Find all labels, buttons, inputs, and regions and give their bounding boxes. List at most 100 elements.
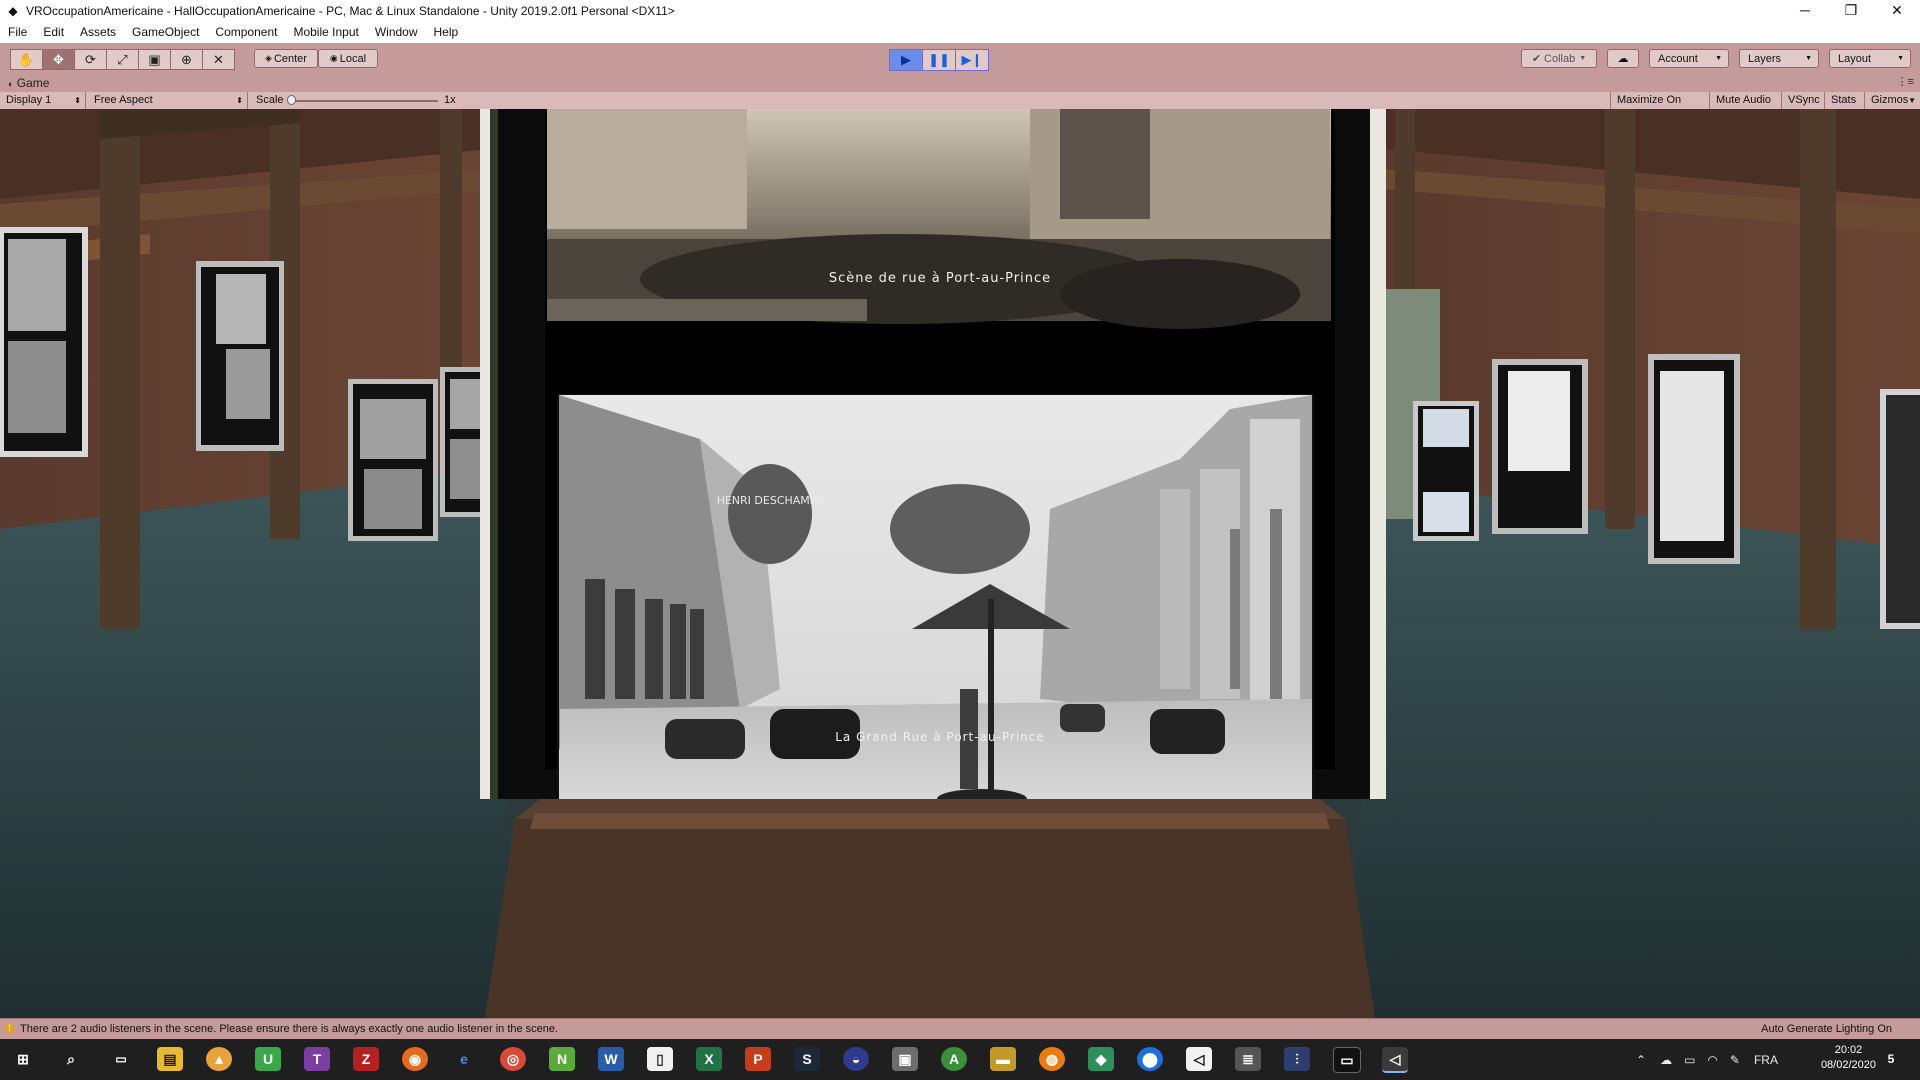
battery-icon[interactable]: ▭ [1684, 1053, 1695, 1067]
unity-editor-icon[interactable]: ◁ [1382, 1047, 1408, 1073]
custom-tool-icon[interactable]: ✕ [202, 49, 235, 70]
menu-mobile-input[interactable]: Mobile Input [285, 22, 366, 43]
maximize-on-play-toggle[interactable]: Maximize On Play [1610, 92, 1710, 123]
main-toolbar: ✋ ✥ ⟳ ⤢ ▣ ⊕ ✕ ◈ Center ◉ Local ▶ ❚❚ ▶❙ ✔… [0, 43, 1920, 76]
document-icon[interactable]: ▯ [647, 1047, 673, 1071]
cloud-icon: ☁ [1617, 53, 1629, 65]
blender-icon[interactable]: ◍ [1039, 1047, 1065, 1071]
vlc-icon[interactable]: ▲ [206, 1047, 232, 1071]
chevron-down-icon: ▼ [1908, 96, 1916, 105]
clapper-icon[interactable]: ▬ [990, 1047, 1016, 1071]
space-label: Local [339, 52, 367, 65]
maps-icon[interactable]: ⬤ [1137, 1047, 1163, 1071]
notification-icon[interactable]: 5 [1878, 1047, 1904, 1071]
windows-start-icon[interactable]: ⊞ [10, 1047, 36, 1071]
scale-label: Scale [256, 94, 284, 106]
wifi-icon[interactable]: ◠ [1707, 1053, 1717, 1067]
database-icon[interactable]: ≣ [1235, 1047, 1261, 1071]
stats-app-icon[interactable]: ⫶ [1284, 1047, 1310, 1071]
remote-desktop-icon[interactable]: ▣ [892, 1047, 918, 1071]
unity-hub-icon[interactable]: ◁ [1186, 1047, 1212, 1071]
language-indicator[interactable]: FRA [1754, 1053, 1778, 1067]
updown-arrow-icon: ⬍ [74, 96, 81, 105]
right-pillar-1 [1605, 109, 1635, 529]
cloud-button[interactable]: ☁ [1607, 49, 1639, 68]
menu-assets[interactable]: Assets [72, 22, 124, 43]
mute-audio-toggle[interactable]: Mute Audio [1710, 92, 1782, 109]
powerpoint-icon[interactable]: P [745, 1047, 771, 1071]
panel-right-edge [1368, 109, 1386, 799]
game-view[interactable]: HENRI DESCHAMPS Scène de rue à Port-au-P… [0, 109, 1920, 1018]
edge-icon[interactable]: e [451, 1047, 477, 1071]
aspect-dropdown[interactable]: Free Aspect ⬍ [88, 92, 248, 109]
ubisoft-icon[interactable]: ◒ [843, 1047, 869, 1071]
check-icon: ✔ [1531, 53, 1542, 65]
tab-game[interactable]: ◐ Game [8, 76, 49, 90]
pause-icon[interactable]: ❚❚ [922, 49, 956, 71]
utorrent-icon[interactable]: U [255, 1047, 281, 1071]
task-view-icon[interactable]: ▭ [108, 1047, 134, 1071]
excel-icon[interactable]: X [696, 1047, 722, 1071]
unity-icon: ◆ [8, 4, 18, 18]
gizmos-dropdown[interactable]: Gizmos ▼ [1865, 92, 1920, 109]
collab-button[interactable]: ✔ Collab ▼ [1521, 49, 1597, 68]
scale-tool-icon[interactable]: ⤢ [106, 49, 139, 70]
notepadpp-icon[interactable]: N [549, 1047, 575, 1071]
search-icon[interactable]: ⌕ [58, 1047, 84, 1071]
rotate-tool-icon[interactable]: ⟳ [74, 49, 107, 70]
pivot-local-button[interactable]: ◉ Local [318, 49, 378, 68]
stats-toggle[interactable]: Stats [1825, 92, 1865, 109]
menu-component[interactable]: Component [207, 22, 285, 43]
chevron-down-icon: ▼ [1715, 55, 1722, 62]
layers-label: Layers [1748, 52, 1782, 65]
sourcetree-icon[interactable]: ◆ [1088, 1047, 1114, 1071]
maximize-button[interactable]: ❐ [1828, 0, 1874, 22]
left-floor [0, 469, 520, 1018]
notification-count: 5 [1887, 1052, 1895, 1066]
rect-tool-icon[interactable]: ▣ [138, 49, 171, 70]
scale-slider-thumb[interactable] [287, 95, 296, 105]
menu-edit[interactable]: Edit [35, 22, 72, 43]
close-button[interactable]: ✕ [1874, 0, 1920, 22]
menu-bar: File Edit Assets GameObject Component Mo… [0, 22, 1920, 43]
pivot-center-button[interactable]: ◈ Center [254, 49, 318, 68]
steam-icon[interactable]: S [794, 1047, 820, 1071]
step-icon[interactable]: ▶❙ [955, 49, 989, 71]
move-tool-icon[interactable]: ✥ [42, 49, 75, 70]
clock[interactable]: 20:02 08/02/2020 [1821, 1043, 1876, 1073]
window-title: VROccupationAmericaine - HallOccupationA… [26, 4, 675, 18]
scale-slider[interactable] [290, 100, 438, 102]
terminal-icon[interactable]: ▭ [1333, 1047, 1361, 1073]
console-message[interactable]: There are 2 audio listeners in the scene… [20, 1019, 558, 1039]
android-icon[interactable]: A [941, 1047, 967, 1071]
menu-file[interactable]: File [0, 22, 35, 43]
chrome-icon[interactable]: ◎ [500, 1047, 526, 1071]
menu-help[interactable]: Help [426, 22, 467, 43]
filezilla-icon[interactable]: Z [353, 1047, 379, 1071]
panel-menu-icon[interactable]: ⋮≡ [1897, 75, 1914, 88]
hand-tool-icon[interactable]: ✋ [10, 49, 43, 70]
layout-dropdown[interactable]: Layout ▼ [1829, 49, 1911, 68]
layers-dropdown[interactable]: Layers ▼ [1739, 49, 1819, 68]
chevron-up-icon[interactable]: ⌃ [1636, 1053, 1646, 1067]
right-pillar-2 [1800, 109, 1836, 629]
play-icon[interactable]: ▶ [889, 49, 923, 71]
menu-gameobject[interactable]: GameObject [124, 22, 207, 43]
file-explorer-icon[interactable]: ▤ [157, 1047, 183, 1071]
menu-window[interactable]: Window [367, 22, 426, 43]
display-dropdown[interactable]: Display 1 ⬍ [0, 92, 86, 109]
clock-date: 08/02/2020 [1820, 1059, 1876, 1071]
windows-taskbar: ⊞ ⌕ ▭ ▤ ▲ U T Z ◉ e ◎ N W ▯ X P S ◒ ▣ A … [0, 1039, 1920, 1080]
minimize-button[interactable]: ─ [1782, 0, 1828, 22]
globe-icon: ◉ [329, 53, 338, 63]
vsync-toggle[interactable]: VSync [1782, 92, 1825, 109]
firefox-icon[interactable]: ◉ [402, 1047, 428, 1071]
teams-icon[interactable]: T [304, 1047, 330, 1071]
account-dropdown[interactable]: Account ▼ [1649, 49, 1729, 68]
transform-tool-icon[interactable]: ⊕ [170, 49, 203, 70]
updown-arrow-icon: ⬍ [236, 96, 243, 105]
word-icon[interactable]: W [598, 1047, 624, 1071]
cloud-sync-icon[interactable]: ☁ [1660, 1053, 1672, 1067]
pen-icon[interactable]: ✎ [1730, 1053, 1740, 1067]
status-bar: ! There are 2 audio listeners in the sce… [0, 1018, 1920, 1039]
